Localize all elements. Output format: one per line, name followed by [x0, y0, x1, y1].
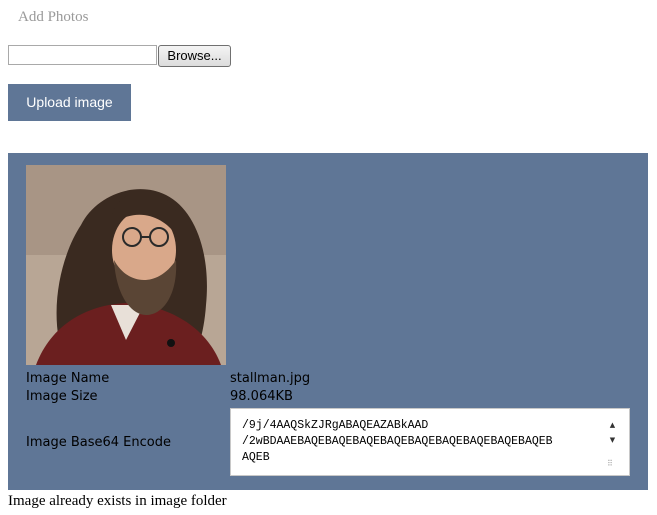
- uploaded-photo-image: [26, 165, 226, 365]
- image-name-label: Image Name: [26, 371, 110, 386]
- image-size-value: 98.064KB: [230, 389, 293, 404]
- base64-text: /9j/4AAQSkZJRgABAQEAZABkAAD /2wBDAAEBAQE…: [242, 419, 553, 464]
- browse-button[interactable]: Browse...: [158, 45, 231, 67]
- base64-textarea[interactable]: /9j/4AAQSkZJRgABAQEAZABkAAD /2wBDAAEBAQE…: [230, 408, 630, 476]
- upload-image-button[interactable]: Upload image: [8, 84, 131, 121]
- scroll-up-icon[interactable]: ▲: [606, 418, 619, 432]
- resize-grip-icon[interactable]: ⠿: [607, 459, 617, 469]
- status-message: Image already exists in image folder: [8, 493, 227, 509]
- image-base64-label: Image Base64 Encode: [26, 435, 171, 450]
- image-result-panel: Image Name stallman.jpg Image Size 98.06…: [8, 153, 648, 490]
- file-path-field[interactable]: [8, 45, 157, 65]
- image-size-label: Image Size: [26, 389, 98, 404]
- base64-scrollbar[interactable]: ▲ ▼: [606, 418, 619, 448]
- page-title: Add Photos: [18, 9, 89, 25]
- image-name-value: stallman.jpg: [230, 371, 311, 386]
- scroll-down-icon[interactable]: ▼: [606, 433, 619, 447]
- uploaded-photo: [26, 165, 226, 365]
